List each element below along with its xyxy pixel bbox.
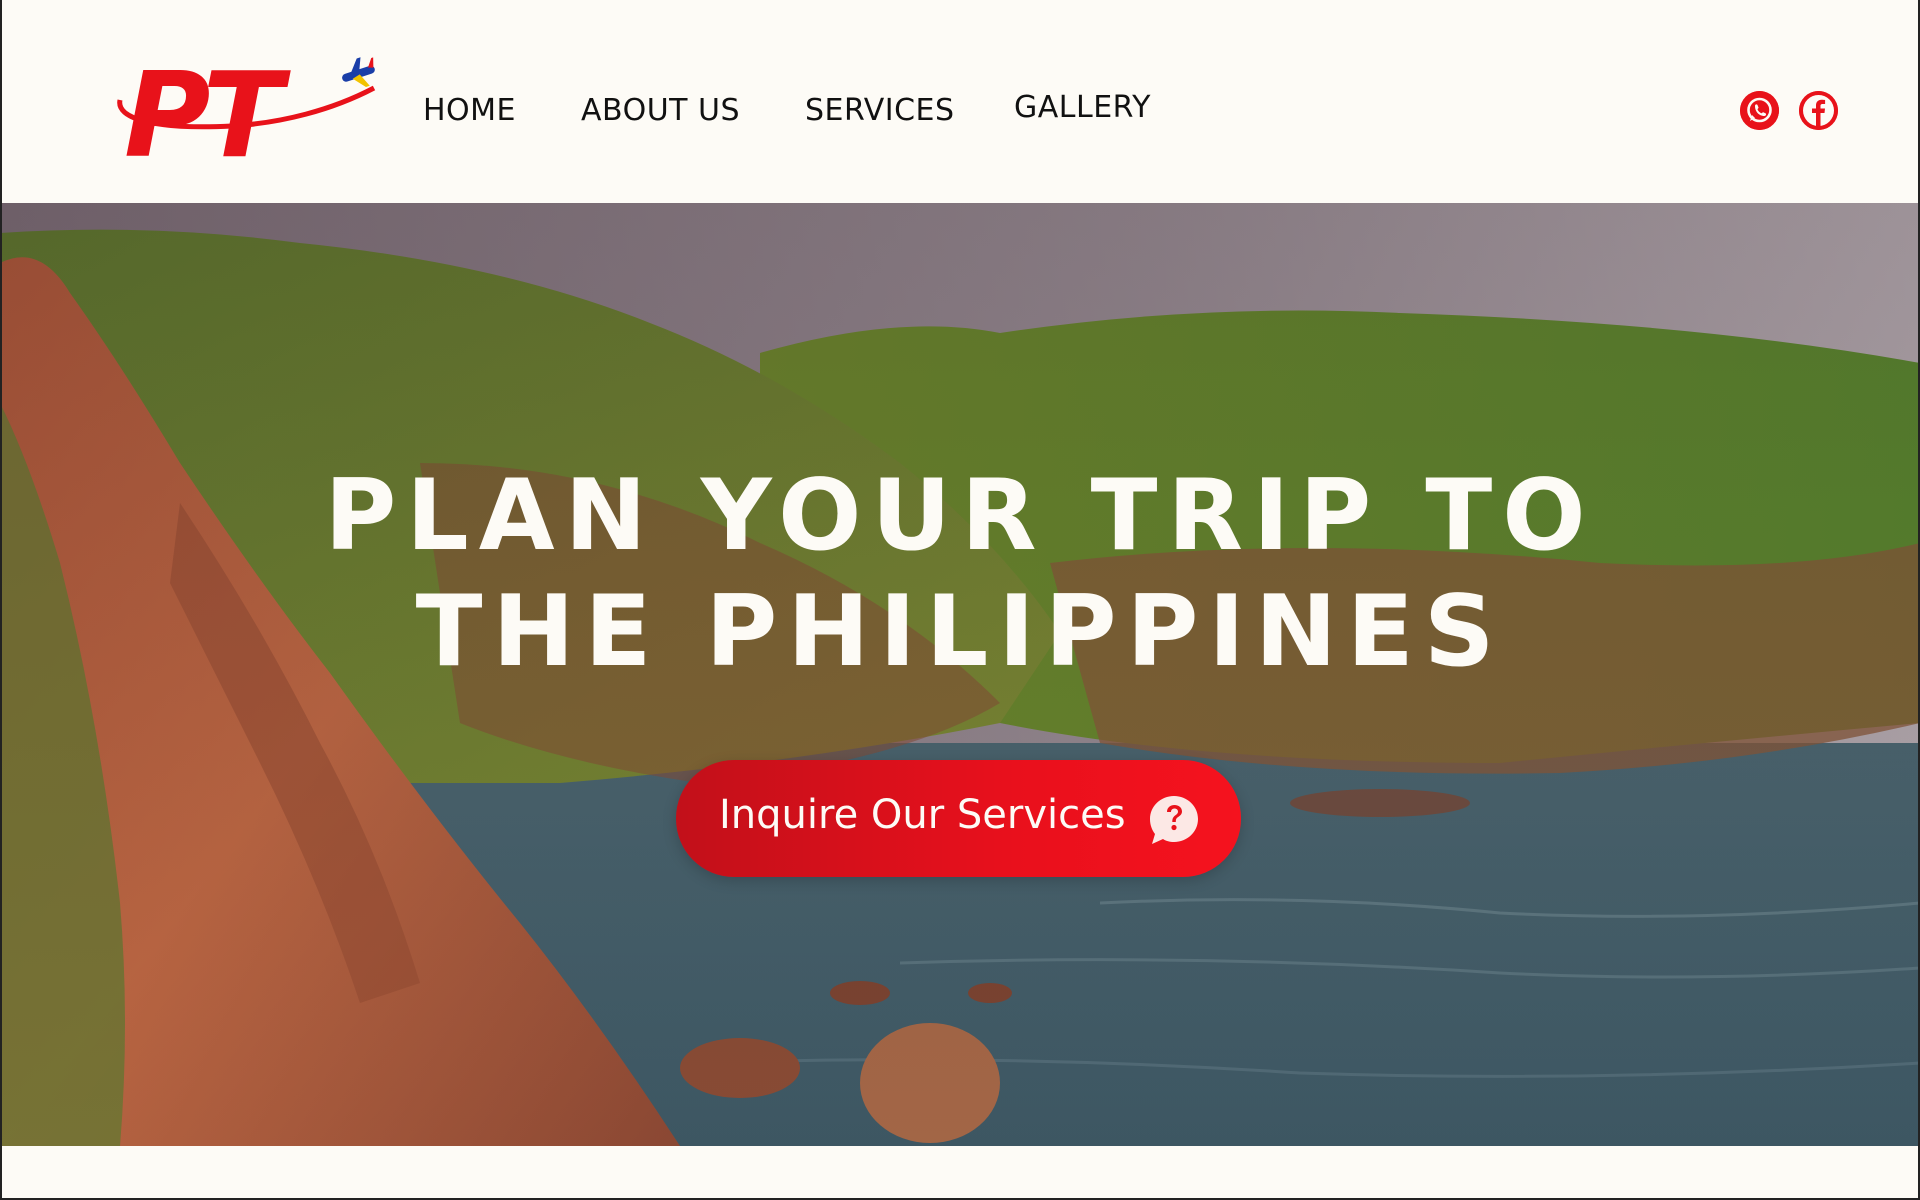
site-header: PT HOME ABOUT US SERVICES GALLERY: [0, 0, 1920, 203]
hero-title-line-1: PLAN YOUR TRIP TO: [324, 459, 1596, 573]
whatsapp-icon[interactable]: [1740, 91, 1779, 130]
nav-home[interactable]: HOME: [423, 93, 516, 128]
hero-section: PLAN YOUR TRIP TO THE PHILIPPINES Inquir…: [0, 203, 1920, 1146]
page-bottom-strip: [0, 1146, 1920, 1200]
facebook-icon[interactable]: [1799, 91, 1838, 130]
question-chat-icon: [1150, 796, 1198, 844]
nav-services[interactable]: SERVICES: [805, 93, 955, 128]
nav-gallery[interactable]: GALLERY: [1014, 90, 1151, 125]
inquire-services-button[interactable]: Inquire Our Services: [676, 760, 1241, 877]
inquire-services-label: Inquire Our Services: [719, 792, 1126, 838]
svg-text:PT: PT: [124, 48, 291, 166]
pt-logo[interactable]: PT: [112, 48, 382, 166]
nav-about-us[interactable]: ABOUT US: [581, 93, 740, 128]
hero-title-line-2: THE PHILIPPINES: [415, 575, 1505, 689]
hero-title: PLAN YOUR TRIP TO THE PHILIPPINES: [0, 458, 1920, 690]
